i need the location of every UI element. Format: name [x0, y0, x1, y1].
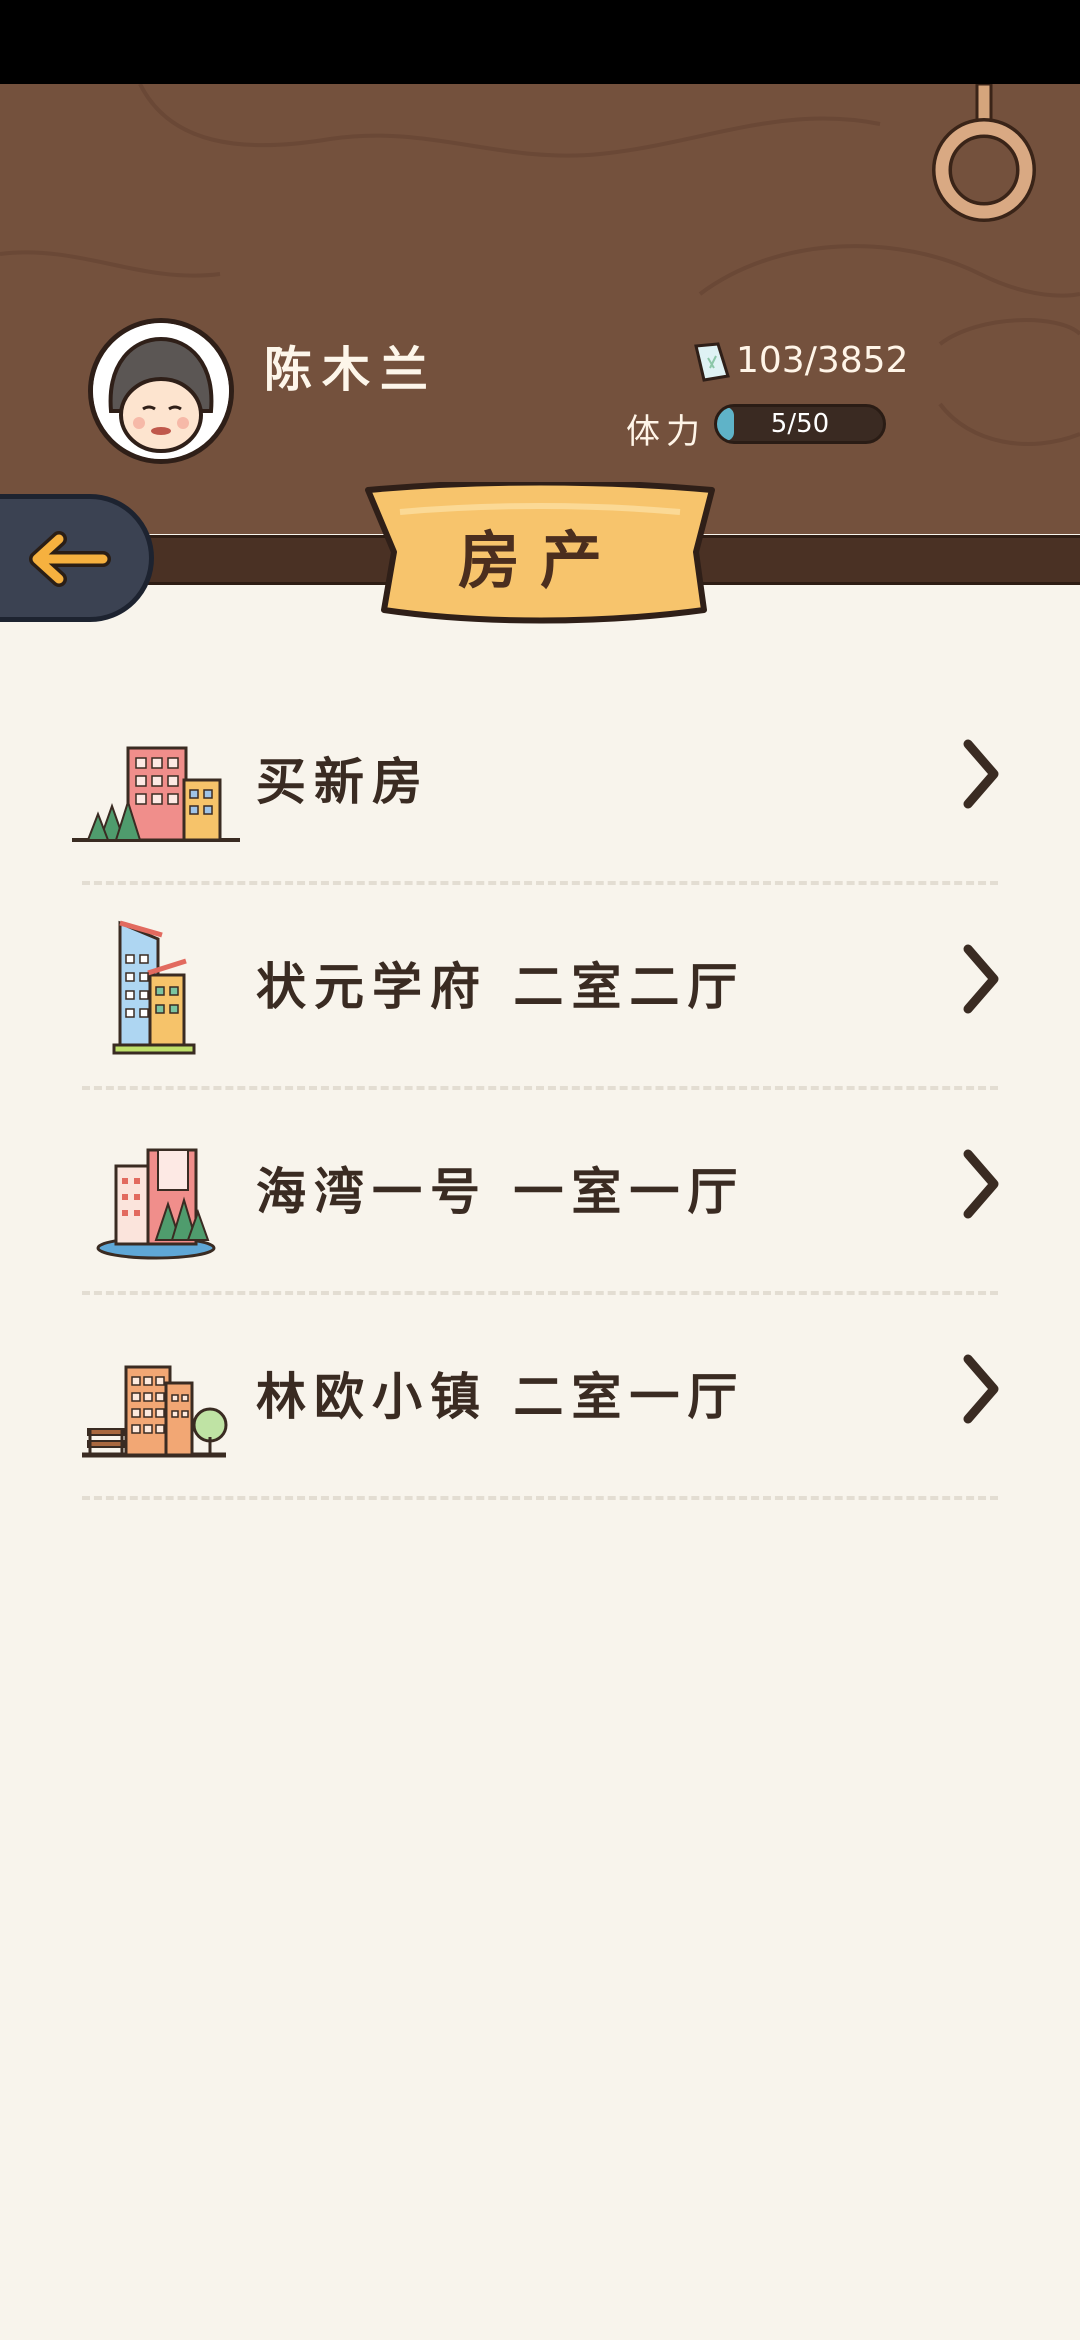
- tower-building-icon: [112, 920, 196, 1055]
- header-wood-panel: [0, 84, 1080, 534]
- chevron-right-icon: [963, 1354, 999, 1424]
- list-item-label: 状元学府 二室二厅: [256, 958, 746, 1016]
- chevron-right-icon: [963, 739, 999, 809]
- divider: [82, 1496, 998, 1500]
- money-amount: 103/3852: [736, 340, 909, 381]
- list-item-haiwan-yihao[interactable]: 海湾一号 一室一厅: [0, 1090, 1080, 1295]
- wood-grain-decoration: [0, 84, 1080, 446]
- chevron-right-icon: [963, 1149, 999, 1219]
- buy-house-icon: [72, 746, 240, 842]
- stamina-bar: 5/50: [714, 404, 886, 444]
- page-title: 房产: [457, 524, 622, 597]
- stamina-text: 5/50: [770, 409, 830, 439]
- player-name: 陈木兰: [264, 342, 439, 398]
- status-bar: [0, 0, 1080, 84]
- list-item-linou-xiaozhen[interactable]: 林欧小镇 二室一厅: [0, 1295, 1080, 1500]
- back-button[interactable]: [0, 494, 154, 622]
- list-item-label: 海湾一号 一室一厅: [256, 1163, 746, 1221]
- bay-buildings-icon: [96, 1148, 216, 1260]
- stamina-label: 体力: [626, 412, 706, 452]
- list-item-label: 买新房: [256, 753, 430, 811]
- money-bill-icon: [694, 342, 730, 382]
- town-building-icon: [82, 1365, 228, 1458]
- property-list: 买新房 状元学府 二室二厅 海湾一号 一室一厅 林欧小镇 二室一厅: [0, 680, 1080, 1500]
- list-item-label: 林欧小镇 二室一厅: [256, 1368, 746, 1426]
- old-woman-face-icon: [93, 323, 229, 459]
- chevron-right-icon: [963, 944, 999, 1014]
- list-item-zhuangyuan-xuefu[interactable]: 状元学府 二室二厅: [0, 885, 1080, 1090]
- back-arrow-icon: [29, 531, 111, 587]
- list-item-buy-house[interactable]: 买新房: [0, 680, 1080, 885]
- hanging-ring-icon: [932, 84, 1036, 222]
- avatar[interactable]: [88, 318, 234, 464]
